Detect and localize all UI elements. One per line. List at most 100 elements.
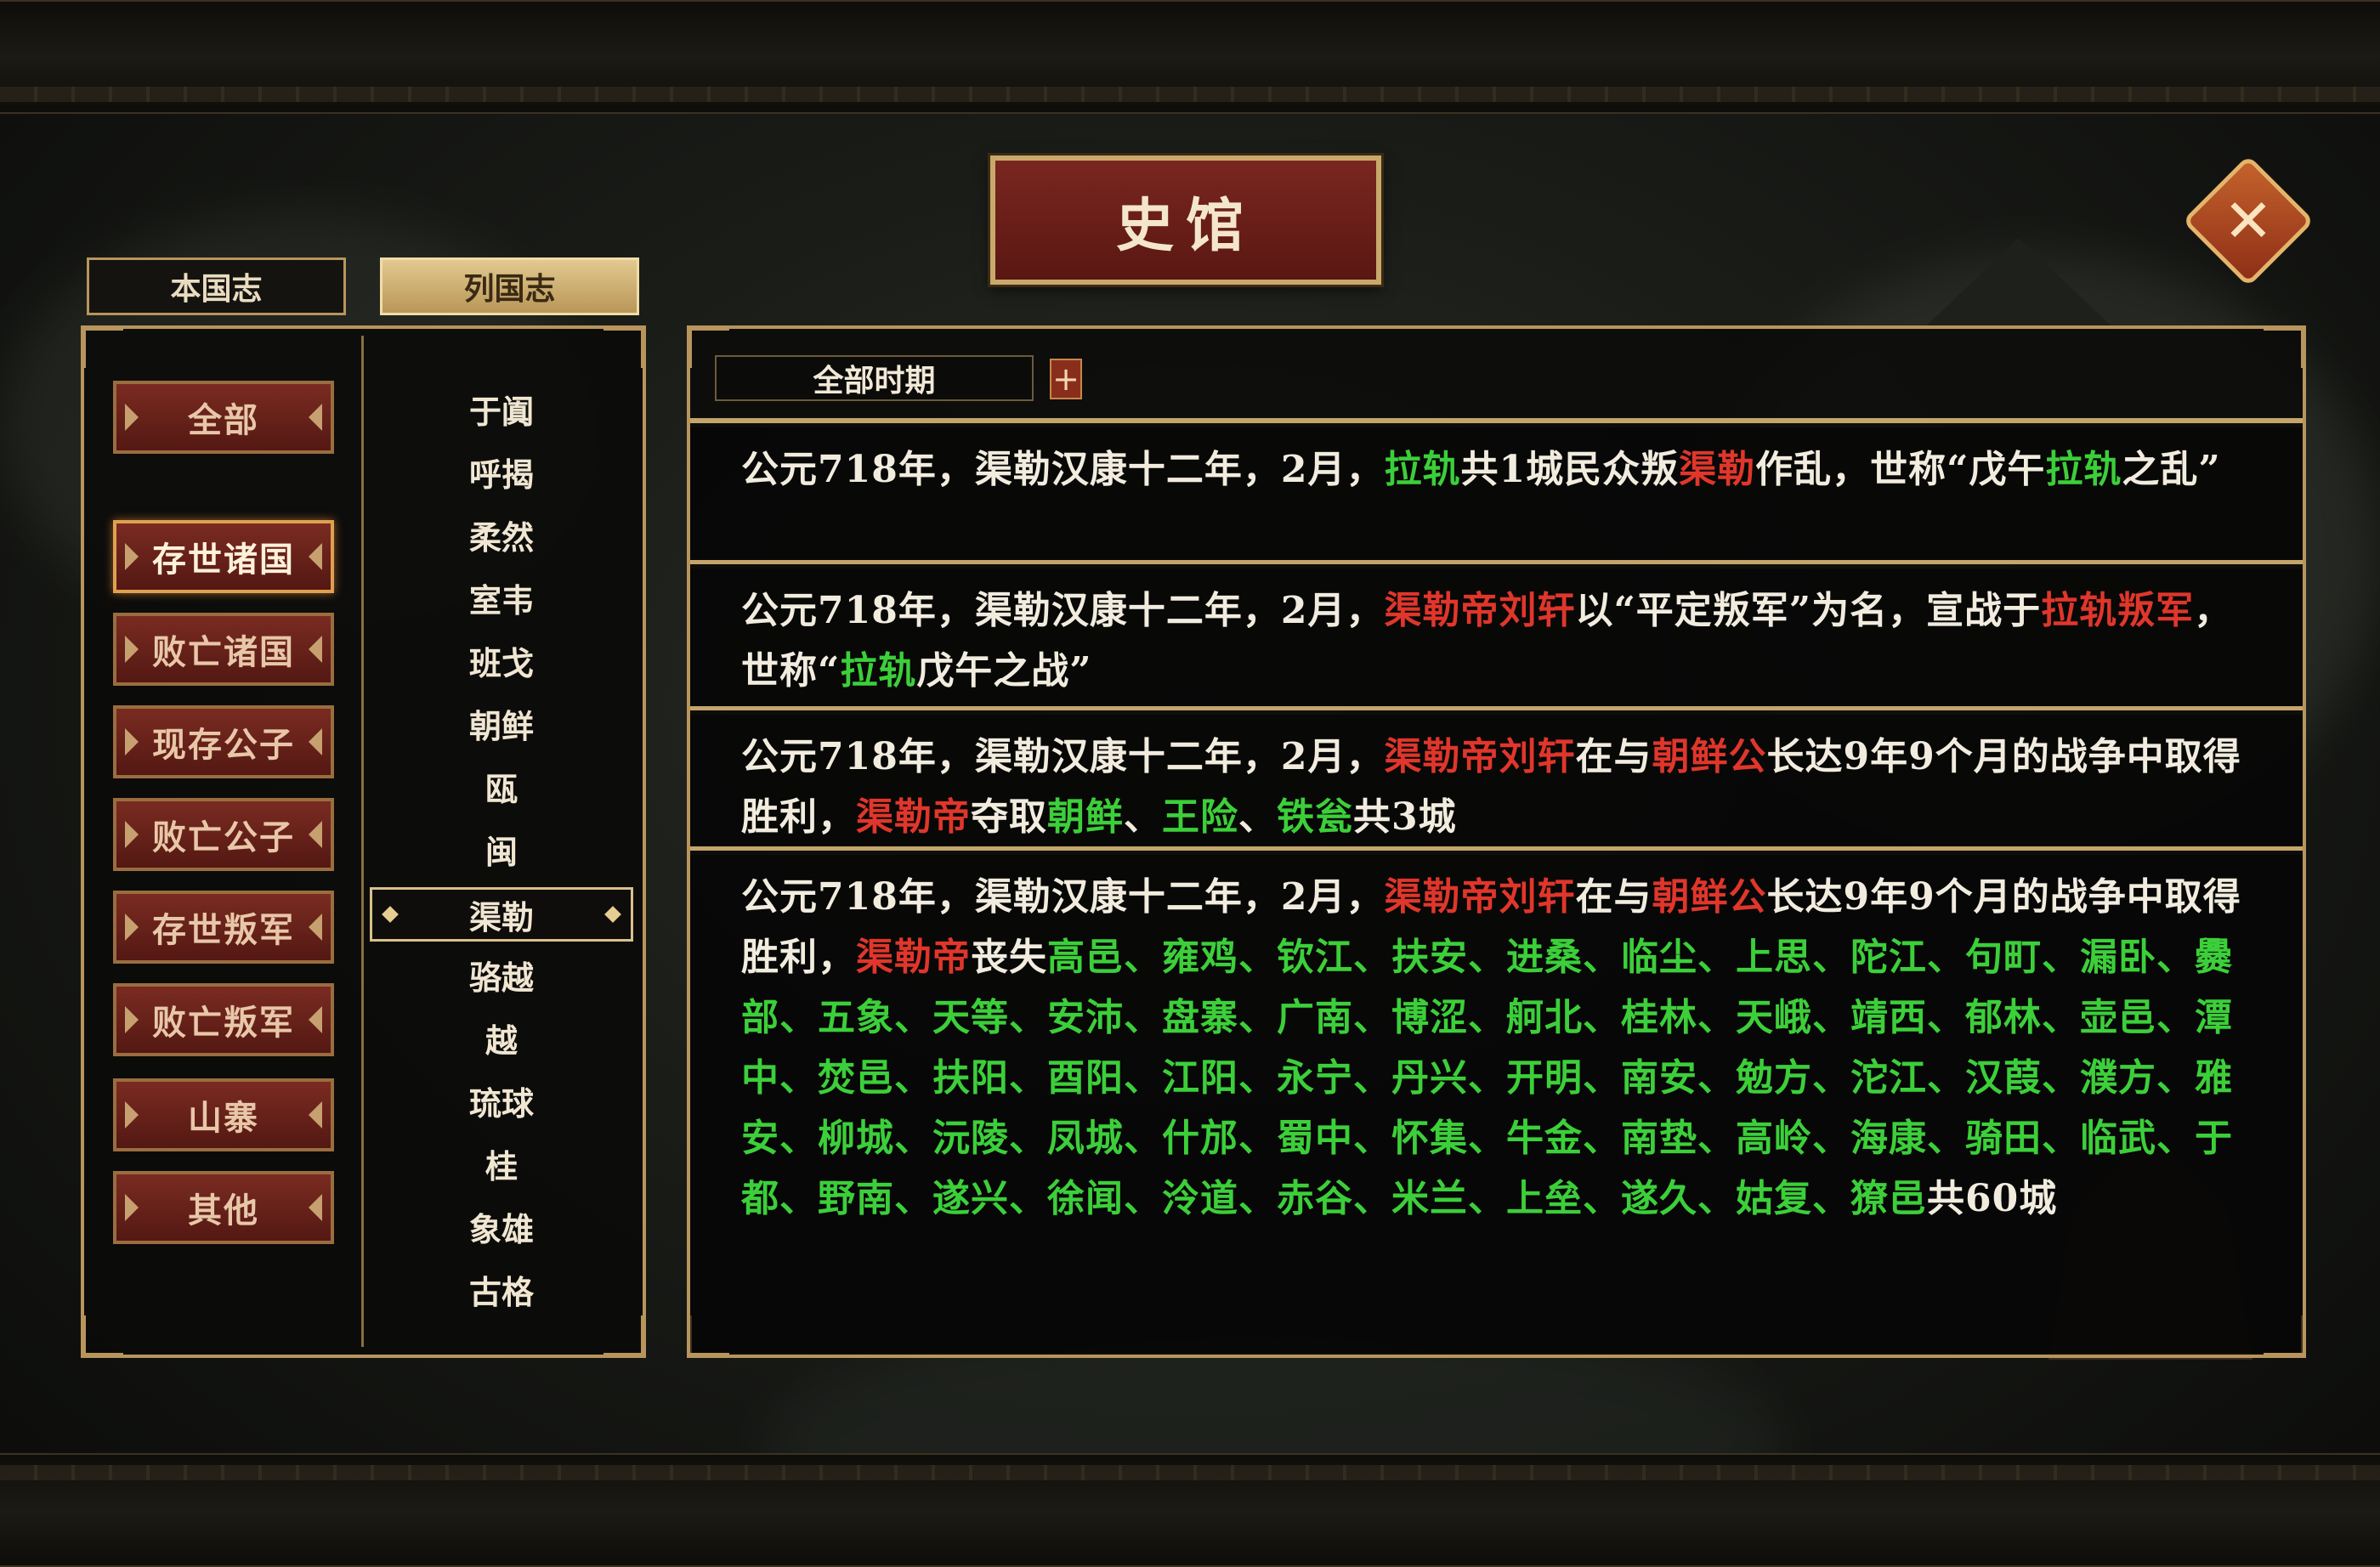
country-item[interactable]: 琉球 [370,1073,633,1128]
entry-text-segment: 丧失 [971,936,1047,979]
entry-divider [690,560,2303,564]
category-label: 存世诸国 [152,540,295,580]
entry-text-segment: 共60城 [1927,1177,2058,1220]
entry-text-segment: 共3城 [1353,795,1457,839]
corner-ornament [2264,327,2304,368]
triangle-left-icon [125,728,139,755]
entry-text-segment: 公元718年，渠勒汉康十二年，2月， [741,875,1385,919]
triangle-right-icon [309,404,322,431]
entity-name-red: 朝鲜公 [1652,735,1767,778]
category-existing-nobles-button[interactable]: 现存公子 [113,705,334,778]
entry-text-segment: 作乱，世称“戊午 [1755,448,2046,491]
entry-text-segment: 公元718年，渠勒汉康十二年，2月， [741,735,1385,778]
entity-name-red: 渠勒帝刘轩 [1384,589,1576,632]
add-filter-button[interactable]: + [1050,359,1082,399]
country-item[interactable]: 室韦 [370,570,633,625]
country-item[interactable]: 桂 [370,1136,633,1191]
entry-text-segment: 以“平定叛军”为名，宣战于 [1575,589,2042,632]
country-item-selected[interactable]: 渠勒 [370,887,633,942]
annal-entry: 公元718年，渠勒汉康十二年，2月，渠勒帝刘轩在与朝鲜公长达9年9个月的战争中取… [690,715,2303,846]
annal-entry-text: 公元718年，渠勒汉康十二年，2月，渠勒帝刘轩在与朝鲜公长达9年9个月的战争中取… [741,867,2252,1229]
category-bandits-button[interactable]: 山寨 [113,1078,334,1151]
corner-ornament [82,1315,123,1356]
period-filter-select[interactable]: 全部时期 [715,355,1034,401]
triangle-right-icon [309,636,322,663]
country-item[interactable]: 柔然 [370,507,633,562]
corner-ornament [82,327,123,368]
triangle-left-icon [125,404,139,431]
entry-divider [690,706,2303,710]
category-label: 山寨 [188,1098,259,1138]
category-label: 败亡诸国 [152,632,295,672]
entry-text-segment: 共1城民众叛 [1460,448,1680,491]
category-fallen-nobles-button[interactable]: 败亡公子 [113,798,334,871]
country-item[interactable]: 呼揭 [370,444,633,499]
place-name-green: 拉轨 [840,649,917,693]
country-item[interactable]: 越 [370,1010,633,1065]
triangle-right-icon [309,1194,322,1221]
annal-entry-text: 公元718年，渠勒汉康十二年，2月，渠勒帝刘轩以“平定叛军”为名，宣战于拉轨叛军… [741,580,2252,701]
triangle-left-icon [125,636,139,663]
place-name-green: 拉轨 [2045,448,2122,491]
category-other-button[interactable]: 其他 [113,1171,334,1244]
triangle-right-icon [309,728,322,755]
entity-name-red: 渠勒 [1679,448,1756,491]
category-label: 全部 [188,400,259,440]
country-item[interactable]: 朝鲜 [370,696,633,750]
entry-divider [690,846,2303,851]
page-title: 史馆 [1115,191,1255,260]
left-panel-divider [361,336,364,1347]
annal-entry: 公元718年，渠勒汉康十二年，2月，拉轨共1城民众叛渠勒作乱，世称“戊午拉轨之乱… [690,427,2303,560]
triangle-right-icon [309,1006,322,1033]
entity-name-red: 渠勒帝 [856,795,971,839]
triangle-right-icon [309,914,322,941]
annal-entry-text: 公元718年，渠勒汉康十二年，2月，渠勒帝刘轩在与朝鲜公长达9年9个月的战争中取… [741,727,2252,847]
entry-text-segment: 公元718年，渠勒汉康十二年，2月， [741,589,1385,632]
tab-foreign-annals[interactable]: 列国志 [380,257,639,315]
entry-text-segment: 夺取 [971,795,1047,839]
category-label: 现存公子 [152,725,295,765]
triangle-left-icon [125,1194,139,1221]
close-icon: ✕ [2223,186,2274,256]
triangle-left-icon [125,1006,139,1033]
entity-name-red: 朝鲜公 [1652,875,1767,919]
annal-entry: 公元718年，渠勒汉康十二年，2月，渠勒帝刘轩在与朝鲜公长达9年9个月的战争中取… [690,855,2303,1353]
header-divider [690,418,2303,423]
top-border-band [0,0,2380,114]
place-name-green: 铁瓮 [1277,795,1353,839]
category-label: 败亡叛军 [152,1003,295,1043]
country-item[interactable]: 古格 [370,1262,633,1316]
entity-name-red: 渠勒帝刘轩 [1384,875,1576,919]
entry-text-segment: 在与 [1575,875,1652,919]
country-item[interactable]: 骆越 [370,948,633,1002]
triangle-left-icon [125,821,139,848]
place-name-green: 朝鲜 [1047,795,1124,839]
annal-entry-text: 公元718年，渠勒汉康十二年，2月，拉轨共1城民众叛渠勒作乱，世称“戊午拉轨之乱… [741,439,2252,500]
entity-name-red: 渠勒帝 [856,936,971,979]
triangle-right-icon [309,543,322,570]
tab-domestic-annals[interactable]: 本国志 [87,257,346,315]
category-all-button[interactable]: 全部 [113,381,334,454]
triangle-left-icon [125,914,139,941]
entry-text-segment: 公元718年，渠勒汉康十二年，2月， [741,448,1385,491]
country-item[interactable]: 闽 [370,822,633,876]
country-label: 渠勒 [468,897,534,936]
entry-text-segment: 在与 [1575,735,1652,778]
category-label: 其他 [188,1191,259,1230]
plus-icon: + [1052,360,1080,398]
category-existing-states-button[interactable]: 存世诸国 [113,520,334,593]
place-name-green: 拉轨 [1384,448,1461,491]
country-item[interactable]: 于阗 [370,382,633,436]
category-label: 存世叛军 [152,910,295,950]
country-item[interactable]: 象雄 [370,1199,633,1253]
page-title-plate: 史馆 [990,156,1381,285]
entity-name-red: 渠勒帝刘轩 [1384,735,1576,778]
category-fallen-states-button[interactable]: 败亡诸国 [113,613,334,686]
country-item[interactable]: 瓯 [370,759,633,813]
corner-ornament [604,1315,644,1356]
triangle-left-icon [125,1101,139,1129]
bottom-border-band [0,1453,2380,1567]
category-fallen-rebels-button[interactable]: 败亡叛军 [113,983,334,1056]
country-item[interactable]: 班戈 [370,633,633,687]
category-existing-rebels-button[interactable]: 存世叛军 [113,891,334,964]
